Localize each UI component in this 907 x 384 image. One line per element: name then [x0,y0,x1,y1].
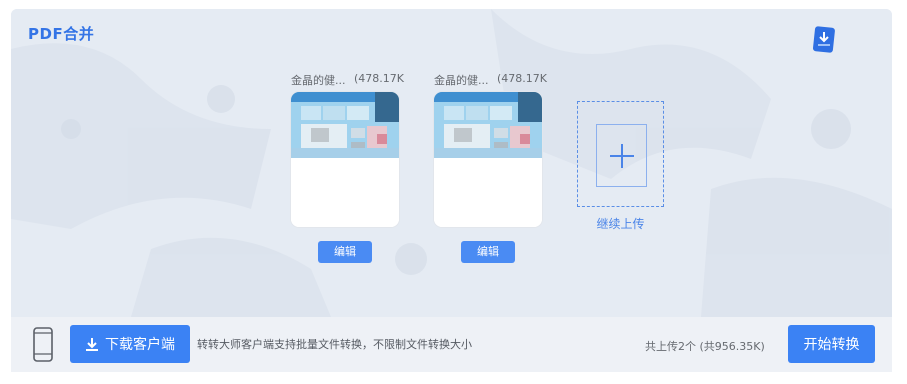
file-size: (478.17K [354,72,404,85]
download-app-icon[interactable] [812,26,835,53]
add-file-label[interactable]: 继续上传 [577,215,664,232]
edit-button[interactable]: 编辑 [318,241,372,263]
file-size: (478.17K [497,72,547,85]
phone-icon [33,327,53,362]
page-title: PDF合并 [28,25,95,43]
plus-icon [609,143,634,168]
add-file-inner [596,124,647,187]
file-name: 金晶的健... [434,74,489,87]
download-icon [86,337,98,351]
client-promo-text: 转转大师客户端支持批量文件转换，不限制文件转换大小 [197,338,472,351]
edit-button[interactable]: 编辑 [461,241,515,263]
add-file-button[interactable] [577,101,664,207]
download-client-button[interactable]: 下载客户端 [70,325,190,363]
upload-summary: 共上传2个 (共956.35K) [645,340,765,353]
download-client-label: 下载客户端 [105,337,175,353]
file-thumbnail[interactable] [434,92,542,227]
upload-panel: PDF合并 金晶的健... (478.17K 编辑 金晶的健... (478.1… [11,9,892,317]
file-name: 金晶的健... [291,74,346,87]
footer-bar: 下载客户端 转转大师客户端支持批量文件转换，不限制文件转换大小 共上传2个 (共… [11,317,892,372]
start-convert-button[interactable]: 开始转换 [788,325,875,363]
file-thumbnail[interactable] [291,92,399,227]
